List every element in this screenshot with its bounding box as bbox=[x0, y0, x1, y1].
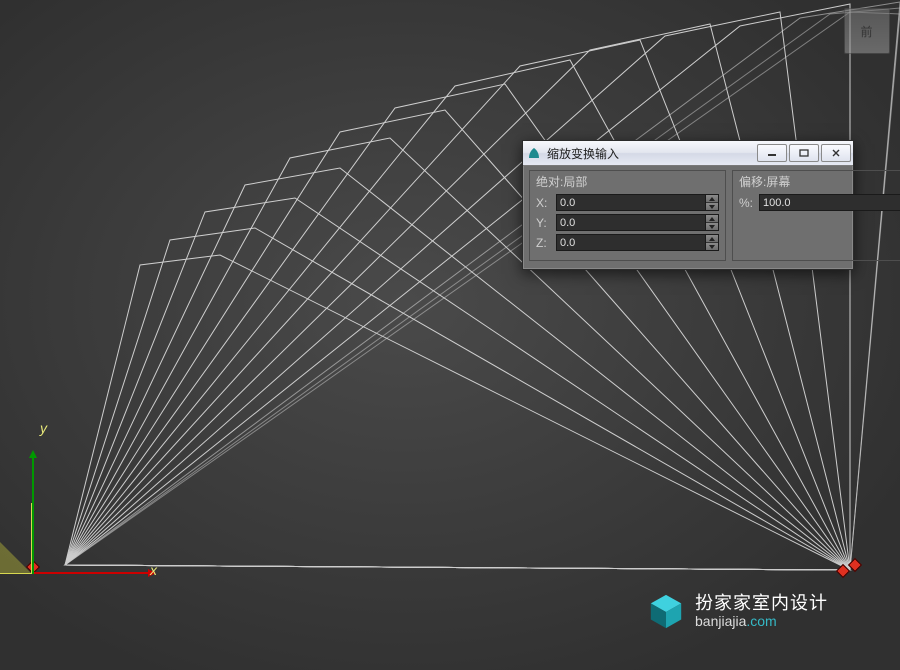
app-icon bbox=[527, 146, 541, 160]
group-absolute-title: 绝对:局部 bbox=[536, 173, 719, 190]
field-percent: %: bbox=[739, 194, 900, 211]
scale-transform-dialog[interactable]: 缩放变换输入 绝对:局部 X: bbox=[522, 140, 854, 270]
group-absolute-local: 绝对:局部 X: Y: bbox=[529, 170, 726, 261]
group-offset-screen: 偏移:屏幕 %: bbox=[732, 170, 900, 261]
spinner-y-up[interactable] bbox=[706, 215, 718, 223]
maximize-button[interactable] bbox=[789, 144, 819, 162]
spinner-z-up[interactable] bbox=[706, 235, 718, 243]
viewport-3d[interactable]: x y 前 扮家家室内设计 banjiajia.com 缩放变换输入 bbox=[0, 0, 900, 670]
input-x[interactable] bbox=[556, 194, 706, 211]
spinner-y-down[interactable] bbox=[706, 223, 718, 230]
dialog-body: 绝对:局部 X: Y: bbox=[523, 166, 853, 269]
spinner-x-down[interactable] bbox=[706, 203, 718, 210]
label-x: X: bbox=[536, 196, 556, 210]
input-z[interactable] bbox=[556, 234, 706, 251]
field-y: Y: bbox=[536, 214, 719, 231]
label-z: Z: bbox=[536, 236, 556, 250]
label-percent: %: bbox=[739, 196, 759, 210]
field-z: Z: bbox=[536, 234, 719, 251]
spinner-z-down[interactable] bbox=[706, 243, 718, 250]
viewcube-face-label: 前 bbox=[860, 23, 873, 40]
group-offset-title: 偏移:屏幕 bbox=[739, 173, 900, 190]
field-x: X: bbox=[536, 194, 719, 211]
dialog-titlebar[interactable]: 缩放变换输入 bbox=[523, 141, 853, 166]
dialog-title: 缩放变换输入 bbox=[547, 145, 755, 162]
input-y[interactable] bbox=[556, 214, 706, 231]
input-percent[interactable] bbox=[759, 194, 900, 211]
label-y: Y: bbox=[536, 216, 556, 230]
scene-wireframe bbox=[0, 0, 900, 670]
minimize-button[interactable] bbox=[757, 144, 787, 162]
spinner-x-up[interactable] bbox=[706, 195, 718, 203]
close-button[interactable] bbox=[821, 144, 851, 162]
viewcube[interactable]: 前 bbox=[844, 8, 890, 54]
